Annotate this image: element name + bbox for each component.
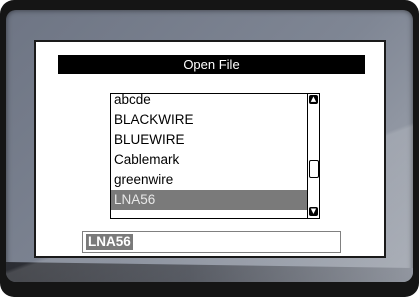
file-list-item[interactable]: Cablemark bbox=[111, 150, 308, 170]
scroll-down-arrow-icon[interactable]: ▼ bbox=[309, 207, 318, 216]
scrollbar-thumb[interactable] bbox=[309, 160, 319, 178]
list-scrollbar[interactable]: ▲ ▼ bbox=[307, 94, 319, 218]
open-file-dialog: Open File abcde BLACKWIRE BLUEWIRE Cable… bbox=[34, 40, 386, 258]
filename-input[interactable]: LNA56 bbox=[82, 231, 341, 253]
file-list-item[interactable]: BLACKWIRE bbox=[111, 110, 308, 130]
filename-input-value: LNA56 bbox=[86, 234, 133, 250]
file-list[interactable]: abcde BLACKWIRE BLUEWIRE Cablemark green… bbox=[110, 93, 320, 219]
file-list-item[interactable]: abcde bbox=[111, 94, 308, 110]
lcd-screen: Open File abcde BLACKWIRE BLUEWIRE Cable… bbox=[6, 10, 413, 282]
file-list-item[interactable]: BLUEWIRE bbox=[111, 130, 308, 150]
file-list-item-selected[interactable]: LNA56 bbox=[111, 190, 308, 210]
dialog-title: Open File bbox=[58, 55, 365, 74]
file-list-item[interactable]: greenwire bbox=[111, 170, 308, 190]
screen-bottom-edge bbox=[6, 262, 413, 282]
scroll-up-arrow-icon[interactable]: ▲ bbox=[309, 95, 318, 104]
device-bezel: Open File abcde BLACKWIRE BLUEWIRE Cable… bbox=[0, 0, 419, 297]
